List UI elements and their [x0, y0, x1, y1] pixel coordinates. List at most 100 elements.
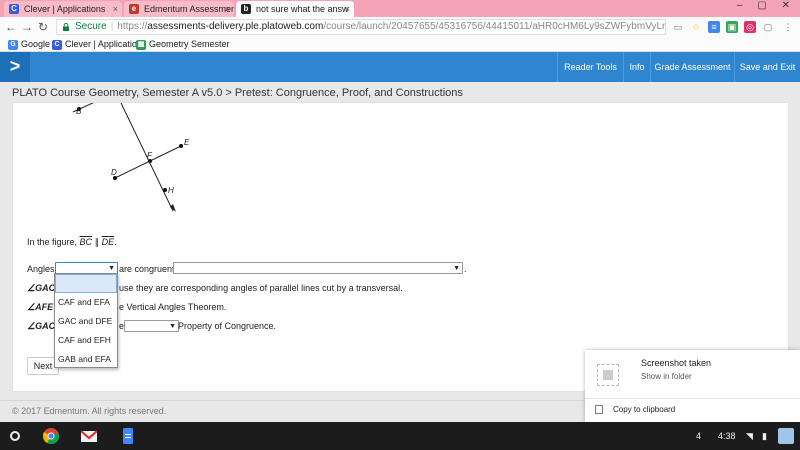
- show-in-folder-link[interactable]: Show in folder: [641, 372, 692, 381]
- status-tray[interactable]: 4 4:38 ◥ ▮: [690, 422, 800, 450]
- avatar: [778, 428, 794, 444]
- url-scheme: https://: [117, 21, 148, 32]
- edmentum-favicon-icon: e: [129, 4, 139, 14]
- battery-icon: ▮: [762, 431, 767, 441]
- copy-to-clipboard-button[interactable]: Copy to clipboard: [613, 405, 675, 414]
- instagram-icon[interactable]: ◎: [744, 21, 756, 33]
- url-separator: |: [110, 21, 114, 32]
- tab-title: Edmentum Assessment: [144, 4, 234, 14]
- intro-suffix: .: [114, 237, 117, 247]
- notification-count-badge: 4: [696, 431, 702, 441]
- row2-text: use they are corresponding angles of par…: [119, 283, 403, 293]
- save-and-exit-link[interactable]: Save and Exit: [734, 52, 800, 82]
- notification-title: Screenshot taken: [641, 358, 712, 368]
- question-intro: In the figure, BC ∥ DE.: [27, 237, 117, 248]
- bookmark-geometry[interactable]: ▦ Geometry Semester: [136, 39, 230, 50]
- info-link[interactable]: Info: [623, 52, 650, 82]
- bookmark-label: Google: [21, 39, 51, 49]
- divider: [585, 398, 800, 399]
- launcher-icon[interactable]: [10, 431, 20, 441]
- extension-icon[interactable]: ≡: [708, 21, 720, 33]
- wifi-icon: ◥: [746, 431, 753, 441]
- extension-icon[interactable]: ▣: [726, 21, 738, 33]
- tab-clever[interactable]: C Clever | Applications ×: [4, 1, 122, 17]
- screenshot-thumbnail-icon: [597, 364, 619, 386]
- figure-label: E: [184, 138, 190, 147]
- angle-afe: ∠AFE: [27, 302, 54, 312]
- bookmark-label: Clever | Applications: [65, 39, 147, 49]
- app-header: > Reader Tools Info Grade Assessment Sav…: [0, 52, 800, 82]
- clever-favicon-icon: C: [9, 4, 19, 14]
- address-bar[interactable]: Secure | https://assessments-delivery.ple.…: [56, 19, 666, 35]
- menu-dots-icon[interactable]: ⋮: [782, 21, 794, 33]
- screenshot-notification[interactable]: Screenshot taken Show in folder Copy to …: [585, 350, 800, 422]
- figure-label: D: [111, 168, 117, 177]
- geometry-figure: B E F D H: [72, 103, 190, 212]
- congruent-text: are congruent: [119, 264, 175, 274]
- bookmarks-bar: G Google C Clever | Applications ▦ Geome…: [0, 37, 800, 52]
- angle-pair-dropdown: CAF and EFA GAC and DFE CAF and EFH GAB …: [54, 273, 118, 368]
- grade-assessment-link[interactable]: Grade Assessment: [650, 52, 734, 82]
- dropdown-option[interactable]: CAF and EFH: [55, 331, 117, 350]
- google-icon: G: [8, 40, 18, 50]
- segment-bc: BC: [79, 237, 93, 247]
- question-panel: B E F D H In the figure, BC ∥ DE. Angles…: [12, 102, 789, 392]
- reason-select[interactable]: ▼: [173, 262, 463, 274]
- reload-icon[interactable]: ↻: [36, 19, 50, 35]
- sheets-icon: ▦: [136, 40, 146, 50]
- figure-label: B: [76, 107, 82, 116]
- back-icon[interactable]: ←: [4, 19, 18, 35]
- angle-gac-2: ∠GAC: [27, 321, 56, 331]
- cast-icon[interactable]: ▭: [672, 21, 684, 33]
- brainly-favicon-icon: b: [241, 4, 251, 14]
- parallel-symbol: ∥: [92, 237, 102, 247]
- row1-period: .: [464, 264, 467, 274]
- url-host: assessments-delivery.ple.platoweb.com: [147, 21, 324, 32]
- property-select[interactable]: ▼: [124, 320, 179, 332]
- tab-title: not sure what the answ: [256, 4, 349, 14]
- secure-label: Secure: [75, 21, 107, 32]
- extension-icon[interactable]: ▢: [762, 21, 774, 33]
- copyright-text: © 2017 Edmentum. All rights reserved.: [12, 406, 167, 416]
- chrome-icon[interactable]: [43, 428, 59, 444]
- dropdown-option[interactable]: GAB and EFA: [55, 350, 117, 369]
- close-icon[interactable]: ×: [225, 1, 230, 17]
- gmail-icon[interactable]: [81, 428, 97, 444]
- bookmark-star-icon[interactable]: ☆: [690, 21, 702, 33]
- row4-end: Property of Congruence.: [178, 321, 277, 331]
- angles-label: Angles: [27, 264, 55, 274]
- menu-toggle-icon[interactable]: >: [0, 52, 30, 82]
- tab-brainly[interactable]: b not sure what the answ ×: [236, 1, 354, 17]
- tab-edmentum[interactable]: e Edmentum Assessment ×: [124, 1, 234, 17]
- clever-icon: C: [52, 40, 62, 50]
- dropdown-option[interactable]: CAF and EFA: [55, 293, 117, 312]
- segment-de: DE: [101, 237, 115, 247]
- url-path: /course/launch/20457655/45316756/4441501…: [323, 21, 665, 32]
- page-title: PLATO Course Geometry, Semester A v5.0 >…: [12, 87, 463, 99]
- row3-text: e Vertical Angles Theorem.: [119, 302, 227, 312]
- chevron-down-icon: ▼: [453, 265, 460, 272]
- chevron-down-icon: ▼: [169, 323, 176, 330]
- close-icon[interactable]: ×: [345, 1, 350, 17]
- os-shelf: 4 4:38 ◥ ▮: [0, 422, 800, 450]
- figure-label: F: [147, 151, 153, 160]
- dropdown-option[interactable]: GAC and DFE: [55, 312, 117, 331]
- bookmark-clever[interactable]: C Clever | Applications: [52, 39, 146, 50]
- browser-toolbar: ← → ↻ Secure | https://assessments-deliver…: [0, 17, 800, 37]
- close-icon[interactable]: ×: [113, 1, 118, 17]
- lock-icon: [63, 23, 69, 31]
- intro-prefix: In the figure,: [27, 237, 80, 247]
- copy-icon: [595, 405, 603, 414]
- browser-tabstrip: C Clever | Applications × e Edmentum Ass…: [0, 0, 800, 17]
- figure-label: H: [168, 186, 174, 195]
- bookmark-label: Geometry Semester: [149, 39, 230, 49]
- clock: 4:38: [718, 431, 736, 441]
- bookmark-google[interactable]: G Google: [8, 39, 50, 50]
- window-controls[interactable]: – ▢ ✕: [737, 0, 796, 11]
- reader-tools-link[interactable]: Reader Tools: [557, 52, 623, 82]
- forward-icon[interactable]: →: [20, 19, 34, 35]
- angle-gac: ∠GAC: [27, 283, 56, 293]
- tab-title: Clever | Applications: [24, 4, 106, 14]
- dropdown-option[interactable]: [55, 274, 117, 293]
- docs-icon[interactable]: [120, 428, 136, 444]
